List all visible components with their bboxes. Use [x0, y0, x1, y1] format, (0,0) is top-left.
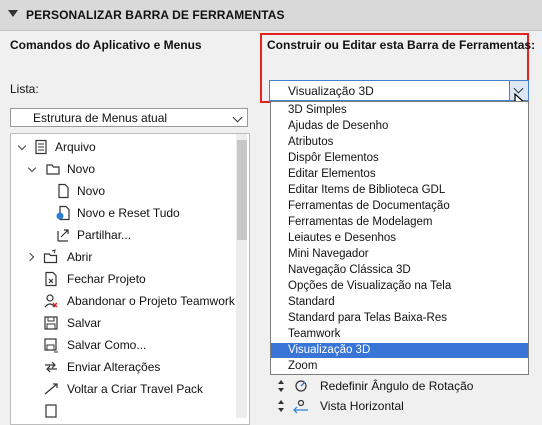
option-ferramentas-documentacao[interactable]: Ferramentas de Documentação: [271, 199, 528, 214]
right-heading: Construir ou Editar esta Barra de Ferram…: [267, 38, 536, 52]
reorder-arrows-icon: [278, 380, 284, 392]
option-leiautes-desenhos[interactable]: Leiautes e Desenhos: [271, 231, 528, 246]
tree-item-label: Novo: [77, 184, 106, 198]
new-file-icon: [58, 183, 69, 199]
document-icon: [35, 139, 47, 155]
expand-chevron-icon[interactable]: [25, 252, 35, 262]
tree-item-label: Abandonar o Projeto Teamwork: [67, 294, 235, 308]
list-label: Lista:: [10, 82, 39, 96]
toolbar-item-label: Redefinir Ângulo de Rotação: [320, 379, 474, 393]
share-icon: [57, 229, 69, 242]
chevron-down-icon: [232, 112, 243, 123]
tree-item-label: Arquivo: [55, 140, 96, 154]
tree-item-label: Novo e Reset Tudo: [77, 206, 180, 220]
tree-item-novo-group[interactable]: Novo: [11, 158, 247, 180]
travel-pack-icon: [44, 383, 58, 395]
toolbar-options-list[interactable]: 3D Simples Ajudas de Desenho Atributos D…: [270, 101, 529, 375]
option-teamwork[interactable]: Teamwork: [271, 327, 528, 342]
expand-chevron-icon[interactable]: [17, 141, 27, 151]
tree-item-arquivo[interactable]: Arquivo: [11, 136, 247, 158]
rotation-angle-icon: [295, 380, 307, 392]
tree-item-novo-reset[interactable]: Novo e Reset Tudo: [11, 202, 247, 224]
command-tree[interactable]: Arquivo Novo Novo Novo e Reset Tudo Part…: [10, 133, 250, 425]
horizontal-view-icon: [293, 399, 308, 414]
tree-item-enviar[interactable]: Enviar Alterações: [11, 356, 247, 378]
tree-item-label: Partilhar...: [77, 228, 132, 242]
option-ferramentas-modelagem[interactable]: Ferramentas de Modelagem: [271, 215, 528, 230]
teamwork-leave-icon: [44, 294, 58, 308]
tree-item-salvar[interactable]: Salvar: [11, 312, 247, 334]
option-dispor-elementos[interactable]: Dispôr Elementos: [271, 151, 528, 166]
expand-chevron-icon[interactable]: [27, 163, 37, 173]
save-as-icon: [44, 338, 58, 353]
toolbar-select[interactable]: Visualização 3D: [269, 80, 529, 101]
option-editar-gdl[interactable]: Editar Items de Biblioteca GDL: [271, 183, 528, 198]
file-icon: [45, 404, 57, 418]
option-ajudas-desenho[interactable]: Ajudas de Desenho: [271, 119, 528, 134]
tree-item-novo[interactable]: Novo: [11, 180, 247, 202]
toolbar-item-label: Vista Horizontal: [320, 399, 404, 413]
option-visualizacao-3d[interactable]: Visualização 3D: [271, 343, 528, 358]
option-3d-simples[interactable]: 3D Simples: [271, 103, 528, 118]
section-header[interactable]: PERSONALIZAR BARRA DE FERRAMENTAS: [0, 0, 542, 31]
option-editar-elementos[interactable]: Editar Elementos: [271, 167, 528, 182]
close-project-icon: [45, 271, 57, 287]
toolbar-item-rotacao[interactable]: Redefinir Ângulo de Rotação: [276, 376, 530, 396]
collapse-chevron-icon[interactable]: [8, 10, 18, 17]
open-folder-icon: [43, 249, 58, 264]
option-standard[interactable]: Standard: [271, 295, 528, 310]
option-standard-baixa-res[interactable]: Standard para Telas Baixa-Res: [271, 311, 528, 326]
tree-item-label: Voltar a Criar Travel Pack: [67, 382, 204, 396]
tree-item-partilhar[interactable]: Partilhar...: [11, 224, 247, 246]
reorder-arrows-icon: [278, 400, 284, 412]
list-select-value: Estrutura de Menus atual: [33, 111, 168, 125]
option-navegacao-classica[interactable]: Navegação Clássica 3D: [271, 263, 528, 278]
new-reset-icon: [56, 205, 70, 221]
tree-item-label: Enviar Alterações: [67, 360, 161, 374]
chevron-down-icon: [513, 83, 524, 94]
option-atributos[interactable]: Atributos: [271, 135, 528, 150]
tree-item-label: Salvar: [67, 316, 102, 330]
tree-item-label: Fechar Projeto: [67, 272, 146, 286]
save-icon: [44, 316, 58, 330]
tree-item-label: Salvar Como...: [67, 338, 147, 352]
list-select[interactable]: Estrutura de Menus atual: [10, 108, 248, 127]
folder-icon: [46, 164, 60, 175]
tree-item-label: Abrir: [67, 250, 93, 264]
tree-scrollbar-thumb[interactable]: [237, 140, 247, 240]
tree-item-salvar-como[interactable]: Salvar Como...: [11, 334, 247, 356]
tree-item-partial[interactable]: [11, 400, 247, 422]
option-zoom[interactable]: Zoom: [271, 359, 528, 374]
toolbar-item-vista-horizontal[interactable]: Vista Horizontal: [276, 396, 530, 416]
tree-item-fechar-projeto[interactable]: Fechar Projeto: [11, 268, 247, 290]
toolbar-select-value: Visualização 3D: [288, 84, 374, 98]
tree-item-label: Novo: [67, 162, 96, 176]
section-title: PERSONALIZAR BARRA DE FERRAMENTAS: [26, 8, 285, 22]
tree-item-travel-pack[interactable]: Voltar a Criar Travel Pack: [11, 378, 247, 400]
option-mini-navegador[interactable]: Mini Navegador: [271, 247, 528, 262]
tree-item-abandonar[interactable]: Abandonar o Projeto Teamwork: [11, 290, 247, 312]
left-heading: Comandos do Aplicativo e Menus: [10, 38, 202, 52]
tree-item-abrir[interactable]: Abrir: [11, 246, 247, 268]
option-opcoes-visualizacao[interactable]: Opções de Visualização na Tela: [271, 279, 528, 294]
send-changes-icon: [45, 361, 57, 373]
